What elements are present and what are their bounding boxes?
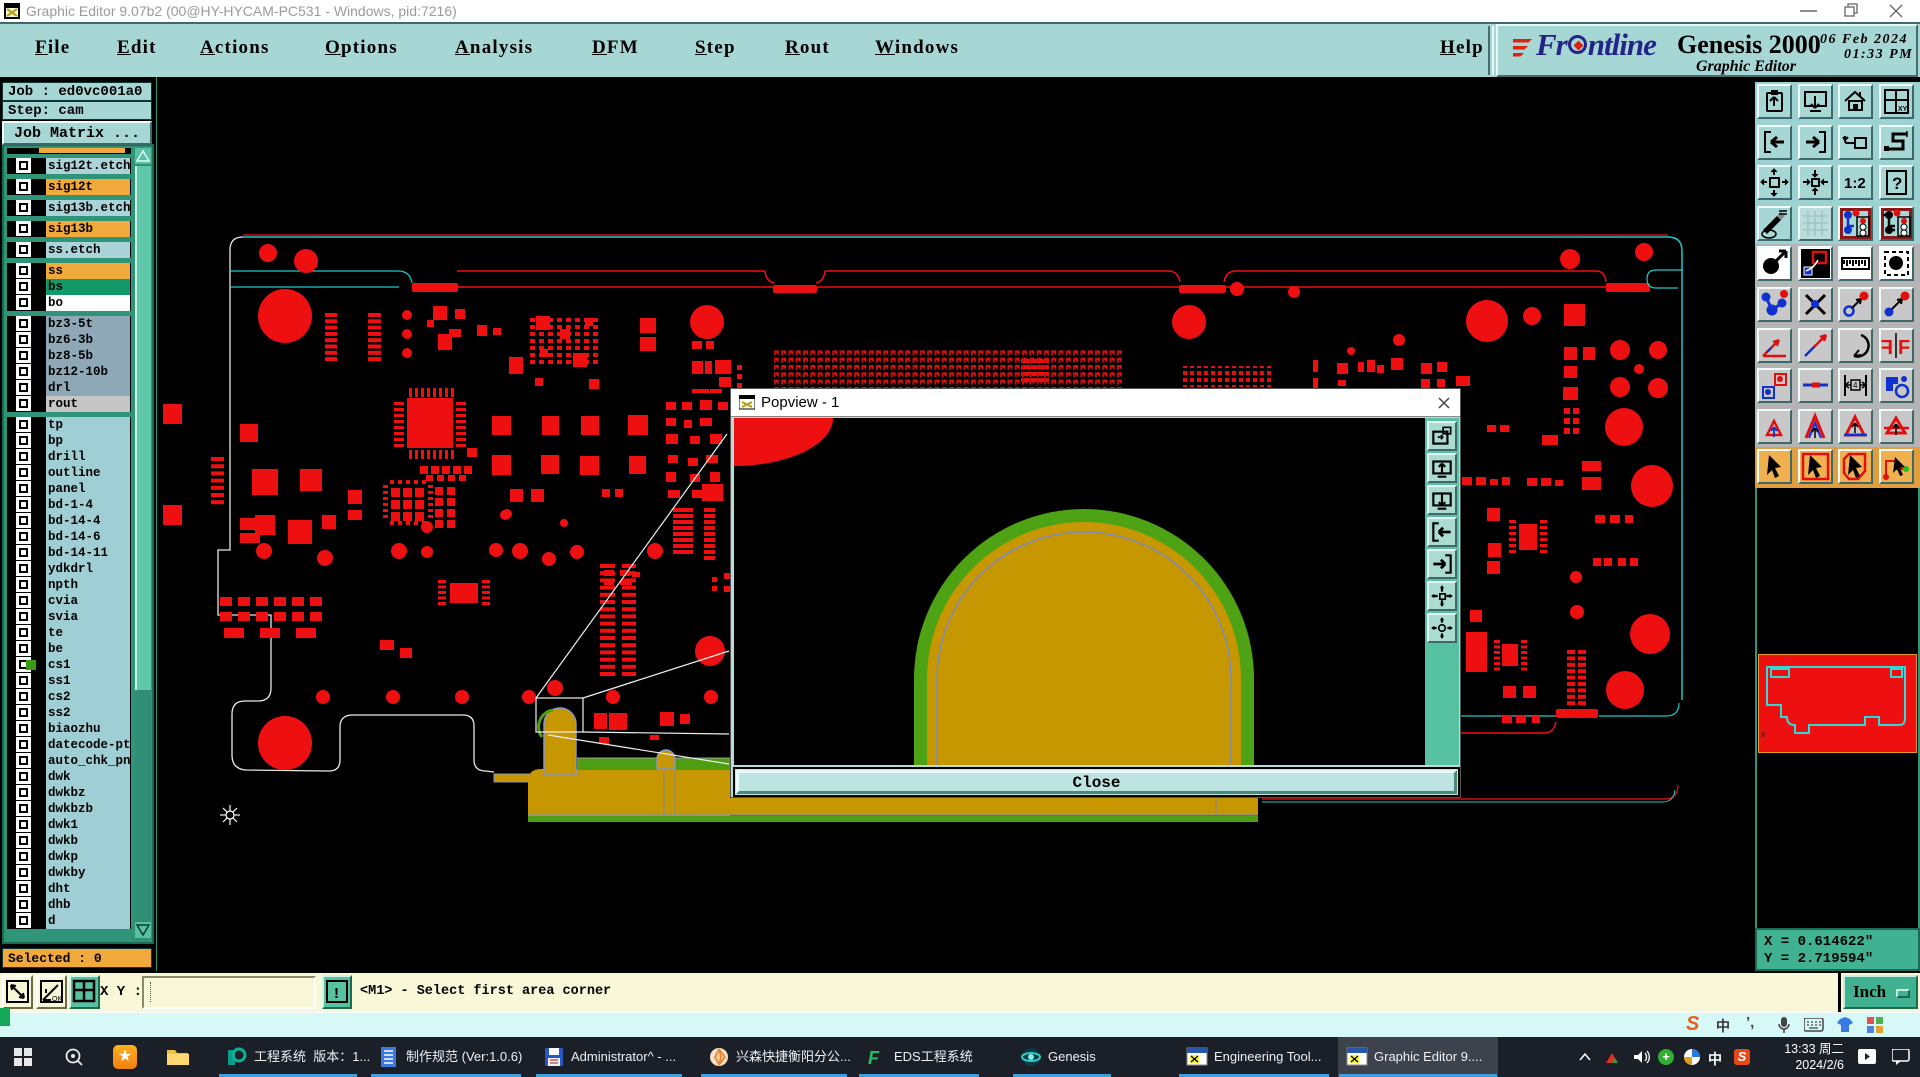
svg-text:F: F [1881,337,1893,359]
svg-text:XY: XY [1898,106,1908,113]
svg-text:?: ? [1892,174,1902,193]
svg-text:F: F [1898,337,1910,359]
svg-text:x: x [1761,729,1766,739]
svg-text:1:2: 1:2 [1844,175,1866,192]
svg-text:F: F [868,1048,880,1068]
svg-text:OK: OK [52,996,62,1003]
svg-text:!: ! [334,985,339,1002]
svg-text:4: 4 [1853,381,1858,390]
